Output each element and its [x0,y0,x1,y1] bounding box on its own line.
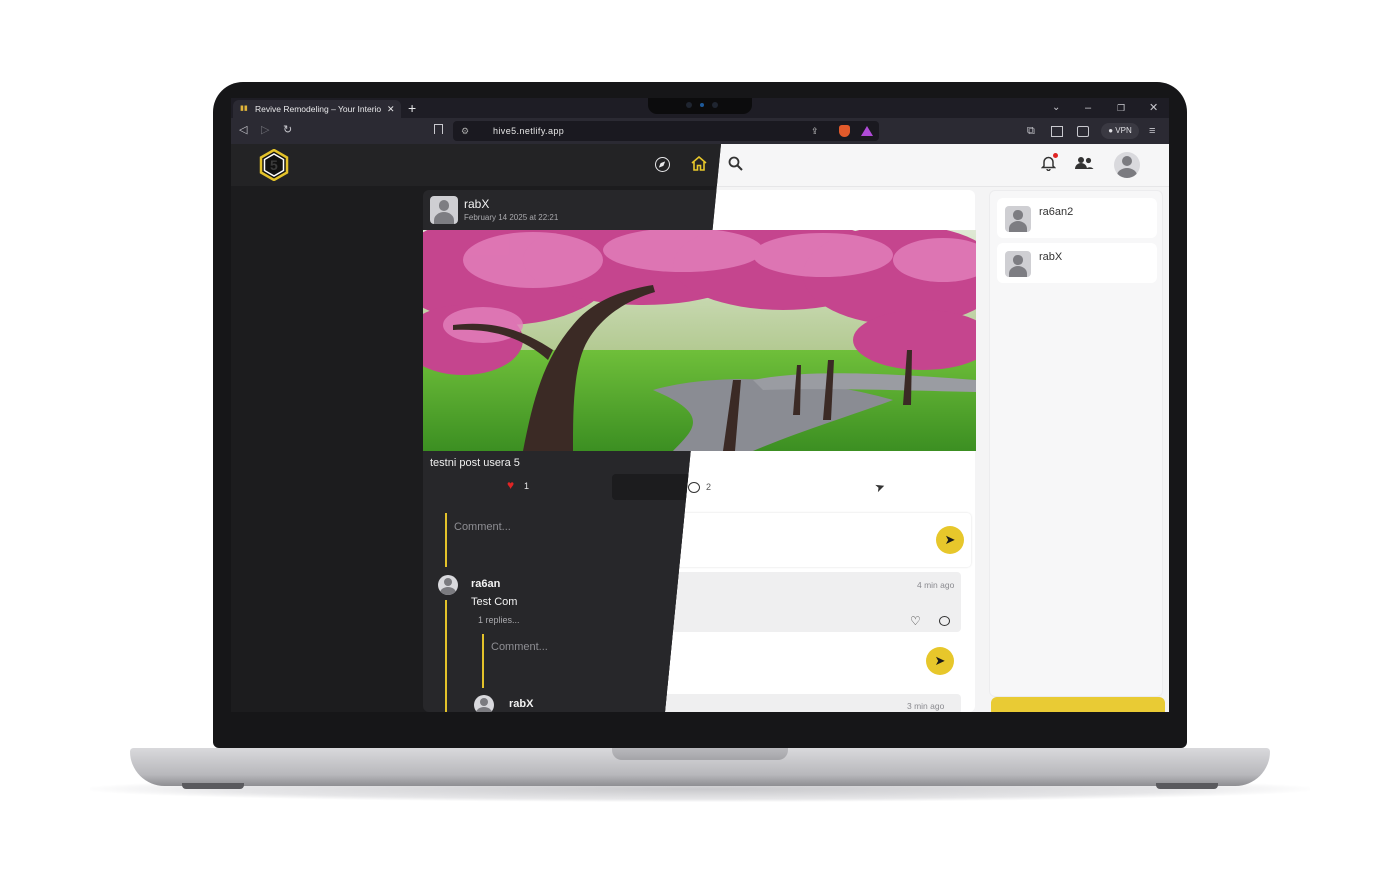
vpn-label: VPN [1115,126,1132,135]
logo-number: 5 [270,157,278,173]
brave-shields-icon[interactable] [839,125,850,137]
camera-indicator [700,103,704,107]
reply-author-avatar[interactable] [474,695,494,712]
browser-tab-bar: ▮▮ Revive Remodeling – Your Interio ✕ + … [231,98,1169,118]
screen: ▮▮ Revive Remodeling – Your Interio ✕ + … [231,98,1169,712]
new-tab-button[interactable]: + [408,98,416,118]
site-settings-icon[interactable]: ⚙ [461,121,469,141]
comment-time: 4 min ago [917,580,955,590]
laptop-foot [182,783,244,789]
search-icon[interactable] [728,156,743,171]
reply-time: 3 min ago [907,701,945,711]
friends-panel-button[interactable] [991,697,1165,712]
tab-list-chevron-down-icon[interactable]: ⌄ [1052,101,1060,115]
minimize-icon[interactable]: – [1085,101,1091,115]
address-bar[interactable]: ⚙ hive5.netlify.app ⇪ [453,121,879,141]
app-logo[interactable]: 5 [259,148,289,182]
like-count: 1 [524,481,530,491]
like-comment-heart-icon[interactable]: ♡ [910,614,921,628]
close-window-icon[interactable]: ✕ [1149,101,1158,115]
extensions-icon[interactable]: ⧉ [1027,124,1035,138]
friend-avatar [1005,206,1031,232]
comment-author-avatar[interactable] [438,575,458,595]
forward-icon[interactable]: ▷ [261,123,269,137]
notification-dot [1053,153,1058,158]
post-photo [423,230,976,451]
post-date: February 14 2025 at 22:21 [464,213,559,222]
reply-input-accent [482,634,484,688]
menu-icon[interactable]: ≡ [1149,124,1155,138]
show-replies-link[interactable]: 1 replies... [478,615,520,625]
bookmark-icon[interactable] [434,124,443,134]
tab-title: Revive Remodeling – Your Interio [255,104,382,114]
app-viewport: 2 ➤ ➤ 4 min ago ♡ ➤ 3 min ago ra6an2 rab… [231,144,1169,712]
share-icon[interactable]: ⇪ [811,121,819,141]
reply-input-placeholder[interactable]: Comment... [491,641,548,653]
back-icon[interactable]: ◁ [239,123,247,137]
comment-author-name[interactable]: ra6an [471,578,500,590]
wallet-icon[interactable] [1077,126,1089,137]
friend-name: ra6an2 [1039,206,1074,218]
laptop-hinge [612,748,788,760]
url-text[interactable]: hive5.netlify.app [493,121,564,141]
tab-close-icon[interactable]: ✕ [387,100,395,118]
comment-icon [688,482,700,493]
friend-name: rabX [1039,251,1063,263]
browser-tab[interactable]: ▮▮ Revive Remodeling – Your Interio ✕ [233,100,401,118]
like-button[interactable]: ♥ 1 [501,478,541,496]
comment-text: Test Com [471,596,518,608]
reply-comment-icon[interactable] [939,616,950,626]
camera-lens [686,102,692,108]
compass-needle [657,160,666,169]
vpn-button[interactable]: ● VPN [1101,123,1139,139]
profile-avatar[interactable] [1114,152,1140,178]
camera-sensor [712,102,718,108]
home-icon[interactable] [691,156,707,171]
heart-icon: ♥ [507,478,515,492]
friend-avatar [1005,251,1031,277]
users-icon[interactable] [1074,156,1094,170]
friend-item[interactable]: ra6an2 [997,198,1157,238]
reload-icon[interactable]: ↻ [283,123,292,137]
friend-item[interactable]: rabX [997,243,1157,283]
laptop-foot [1156,783,1218,789]
sidebar-toggle-icon[interactable] [1051,126,1063,137]
left-sidebar [231,186,421,712]
post-image[interactable] [423,230,976,451]
post-author-avatar[interactable] [430,196,458,224]
post-author-name[interactable]: rabX [464,197,489,211]
comment-input-accent [445,513,447,567]
rewards-icon[interactable] [861,126,873,136]
reply-author-name[interactable]: rabX [509,698,533,710]
compass-icon[interactable] [655,157,670,172]
send-reply-button[interactable]: ➤ [926,647,954,675]
camera-notch [648,98,752,114]
comment-input-placeholder[interactable]: Comment... [454,521,511,533]
comment-count: 2 [706,482,712,492]
send-comment-button[interactable]: ➤ [936,526,964,554]
tab-favicon-icon: ▮▮ [240,105,248,112]
post-caption: testni post usera 5 [430,457,520,469]
thread-line [445,600,447,712]
restore-icon[interactable]: ❐ [1117,101,1125,115]
